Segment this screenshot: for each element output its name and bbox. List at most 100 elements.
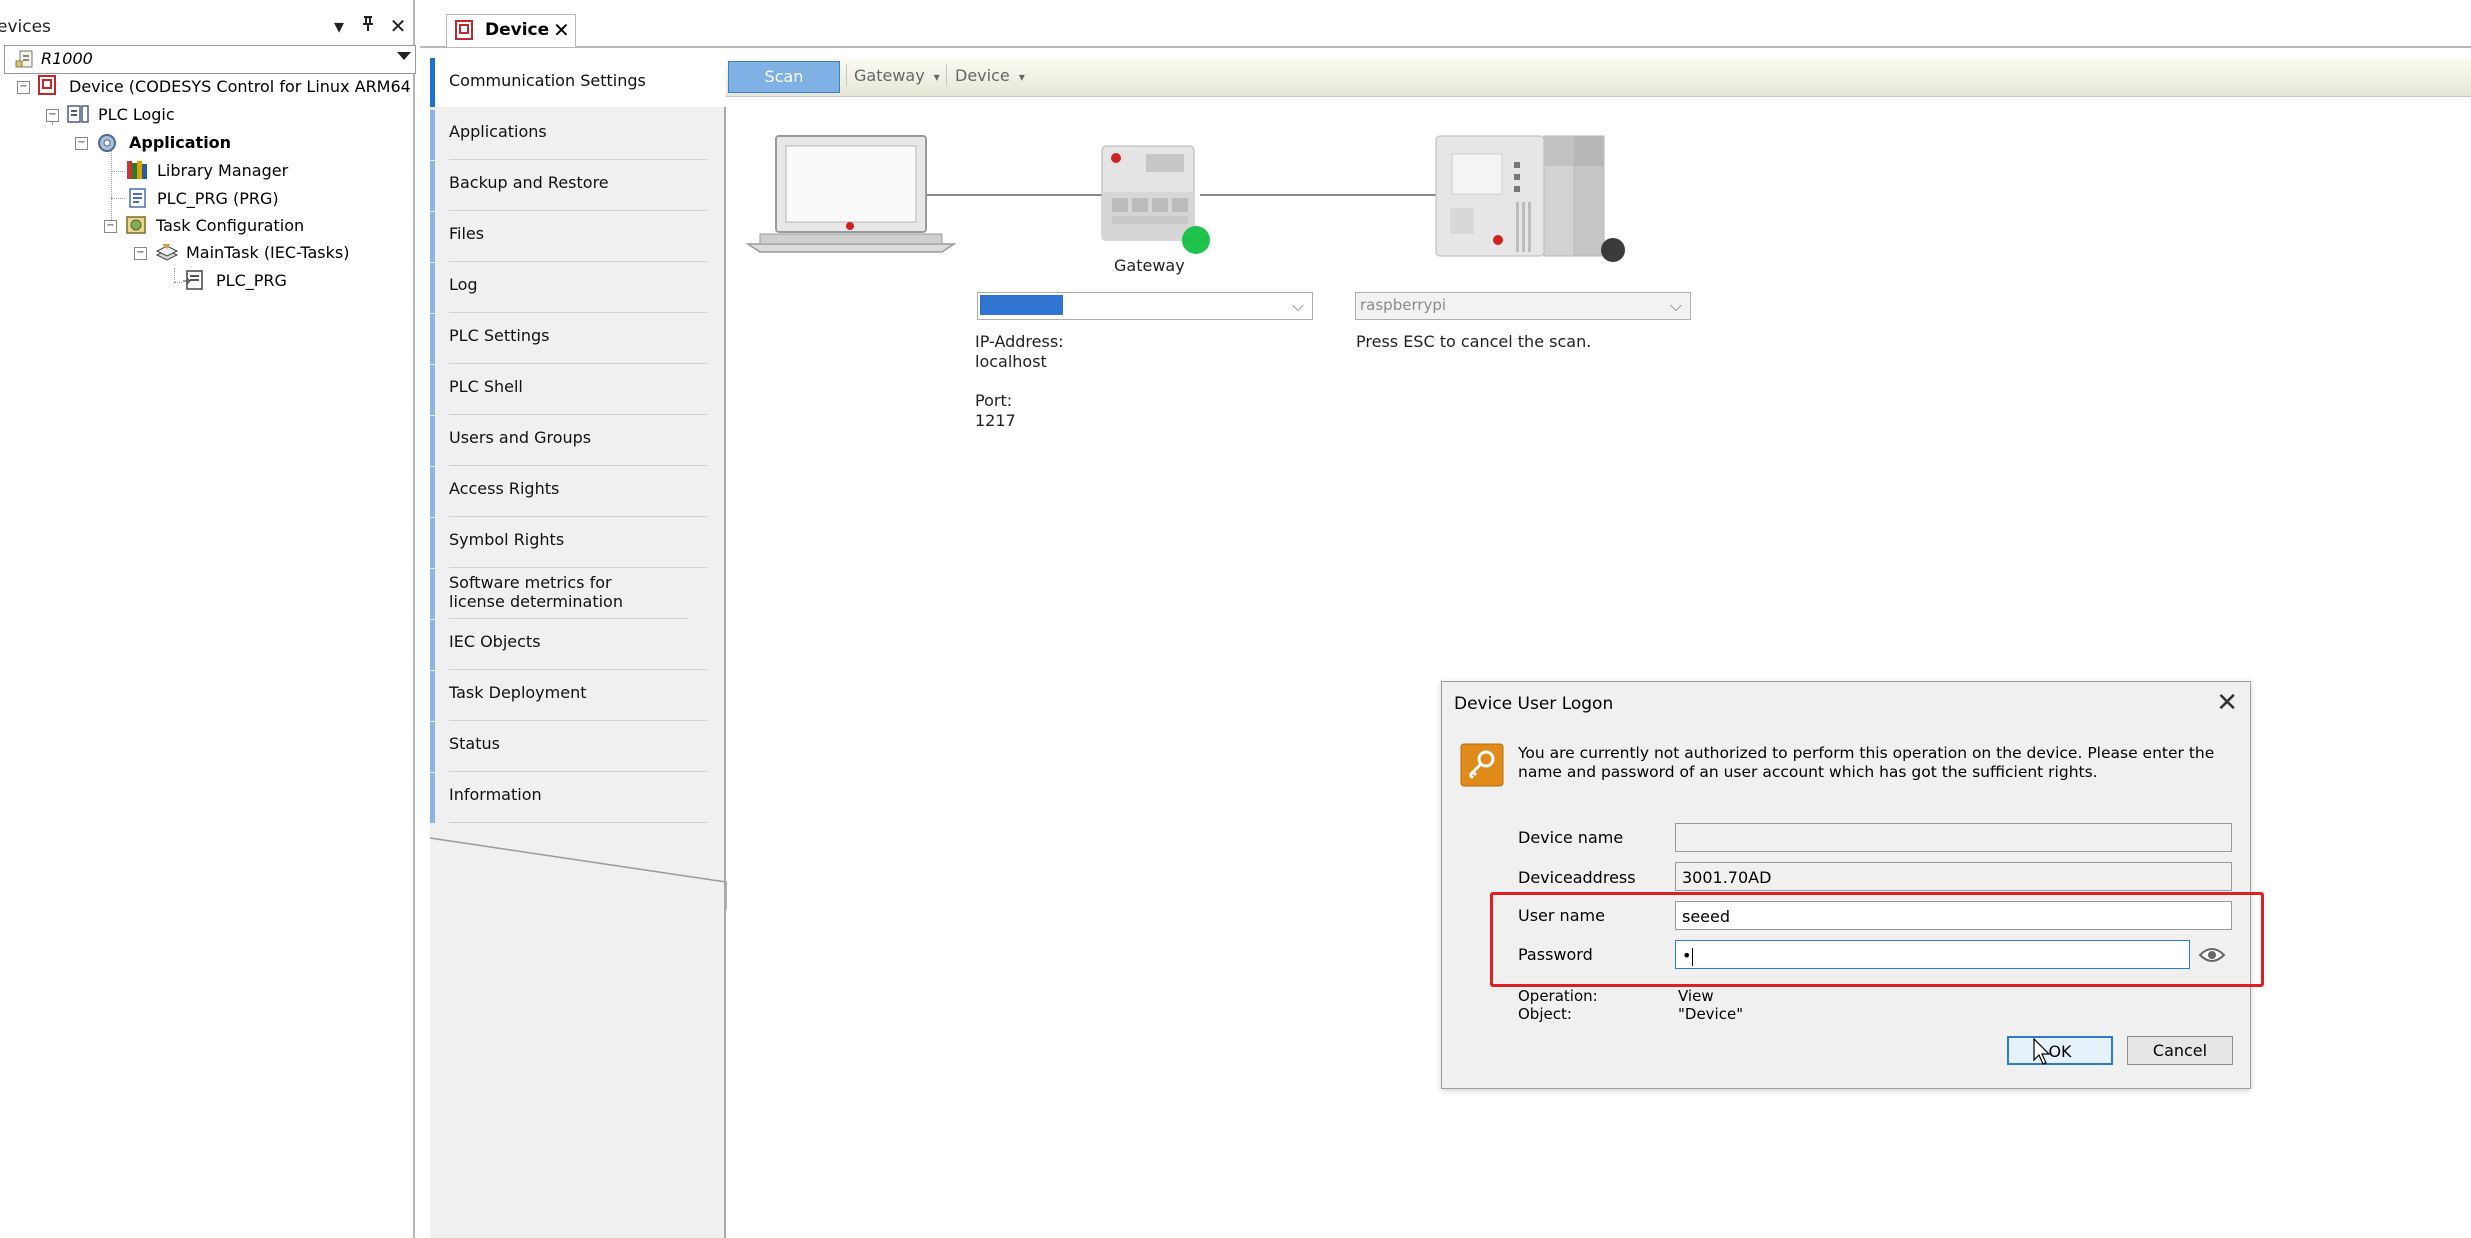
device-menu[interactable]: Device ▾ [955, 66, 1025, 85]
nav-label: PLC Settings [449, 326, 550, 345]
library-books-icon [125, 159, 151, 189]
nav-communication-settings[interactable]: Communication Settings [430, 58, 745, 107]
chevron-down-icon: ⌵ [1669, 296, 1682, 315]
credentials-highlight-box [1490, 892, 2264, 987]
toolbar-separator [846, 64, 847, 86]
computer-laptop-icon [746, 135, 956, 253]
device-select-value: raspberrypi [1360, 296, 1447, 314]
collapse-icon[interactable]: − [104, 220, 117, 233]
project-name: R1000 [41, 49, 93, 68]
nav-applications[interactable]: Applications [430, 110, 707, 160]
program-call-icon [182, 269, 206, 299]
tree-item-label: Device (CODESYS Control for Linux ARM64 … [69, 77, 442, 96]
task-stack-icon [154, 241, 180, 271]
devices-title-bar: evices ▾ ✕ [0, 12, 413, 42]
device-name-label: Device name [1518, 828, 1624, 847]
plc-device-icon [1435, 135, 1605, 257]
object-label: Object: [1518, 1005, 1572, 1023]
tree-item-label: Application [129, 133, 232, 152]
operation-label: Operation: [1518, 987, 1598, 1005]
pin-icon[interactable] [356, 16, 380, 37]
collapse-icon[interactable]: − [75, 137, 88, 150]
port-label: Port: [975, 391, 1013, 410]
nav-plc-shell[interactable]: PLC Shell [430, 365, 707, 415]
device-menu-label: Device [955, 66, 1010, 85]
scan-hint: Press ESC to cancel the scan. [1356, 332, 1592, 351]
close-panel-icon[interactable]: ✕ [386, 14, 410, 38]
nav-label: Status [449, 734, 500, 753]
collapse-icon[interactable]: − [46, 109, 59, 122]
device-icon [453, 19, 475, 45]
devices-panel-title: evices [0, 17, 51, 37]
mouse-cursor-icon [2033, 1038, 2051, 1065]
caret-down-icon: ▾ [933, 70, 940, 84]
nav-information[interactable]: Information [430, 773, 707, 823]
nav-label: Task Deployment [449, 683, 587, 702]
application-gear-icon [95, 132, 119, 162]
gateway-select-value: Gateway-1 [980, 295, 1063, 315]
object-value: "Device" [1678, 1005, 1744, 1023]
nav-label: Access Rights [449, 479, 560, 498]
nav-label: Users and Groups [449, 428, 592, 447]
device-address-label: Deviceaddress [1518, 868, 1636, 887]
operation-value: View [1678, 987, 1714, 1005]
nav-task-deployment[interactable]: Task Deployment [430, 671, 707, 721]
nav-label: Files [449, 224, 485, 243]
gateway-select[interactable]: Gateway-1 ⌵ [977, 292, 1313, 320]
key-icon [1460, 743, 1504, 791]
nav-label: Applications [449, 122, 547, 141]
close-icon[interactable]: ✕ [2216, 688, 2238, 718]
cancel-button[interactable]: Cancel [2127, 1036, 2233, 1065]
nav-access-rights[interactable]: Access Rights [430, 467, 707, 517]
toolbar-separator [946, 64, 947, 86]
ip-address-label: IP-Address: [975, 332, 1064, 351]
gateway-menu-label: Gateway [854, 66, 925, 85]
nav-iec-objects[interactable]: IEC Objects [430, 620, 707, 670]
nav-software-metrics[interactable]: Software metrics for license determinati… [430, 569, 688, 619]
collapse-icon[interactable]: − [134, 247, 147, 260]
chevron-down-icon[interactable] [397, 52, 411, 60]
nav-files[interactable]: Files [430, 212, 707, 262]
collapse-icon[interactable]: − [17, 81, 30, 94]
tree-item-label: Task Configuration [156, 216, 305, 235]
device-status-indicator [1601, 238, 1625, 262]
document-tab-strip [420, 12, 2471, 48]
nav-users-and-groups[interactable]: Users and Groups [430, 416, 707, 466]
dialog-title: Device User Logon [1454, 694, 1614, 714]
tree-item-label: PLC Logic [98, 105, 175, 124]
nav-log[interactable]: Log [430, 263, 707, 313]
port-value: 1217 [975, 411, 1016, 430]
ok-button[interactable]: OK [2007, 1036, 2113, 1065]
nav-backup-and-restore[interactable]: Backup and Restore [430, 161, 707, 211]
side-nav-divider [724, 107, 726, 1238]
gateway-menu[interactable]: Gateway ▾ [854, 66, 940, 85]
nav-plc-settings[interactable]: PLC Settings [430, 314, 707, 364]
tree-item-label: PLC_PRG (PRG) [157, 189, 279, 208]
device-icon [37, 74, 57, 104]
tab-label: Device [485, 20, 550, 40]
scan-network-button[interactable]: Scan Network [728, 61, 840, 116]
project-selector[interactable]: R1000 [4, 45, 416, 74]
caret-down-icon: ▾ [1018, 70, 1025, 84]
nav-label: IEC Objects [449, 632, 541, 651]
dialog-message: You are currently not authorized to perf… [1518, 744, 2215, 781]
plc-logic-icon [66, 103, 92, 133]
nav-label: PLC Shell [449, 377, 523, 396]
tab-device[interactable]: Device ✕ [446, 14, 576, 47]
ip-address-value: localhost [975, 352, 1047, 371]
nav-symbol-rights[interactable]: Symbol Rights [430, 518, 707, 568]
program-document-icon [127, 187, 149, 217]
close-tab-icon[interactable]: ✕ [553, 18, 570, 42]
tree-item-label: Library Manager [157, 161, 289, 180]
project-icon [15, 49, 37, 73]
nav-label: Symbol Rights [449, 530, 565, 549]
panel-menu-dropdown-icon[interactable]: ▾ [327, 14, 351, 38]
gateway-status-indicator [1182, 226, 1210, 254]
device-select[interactable]: raspberrypi ⌵ [1355, 292, 1691, 320]
task-configuration-icon [124, 214, 150, 244]
nav-status[interactable]: Status [430, 722, 707, 772]
nav-label: Communication Settings [449, 71, 646, 90]
device-address-field: 3001.70AD [1675, 862, 2232, 891]
device-name-field [1675, 823, 2232, 852]
side-nav-lower-area [430, 820, 726, 1238]
